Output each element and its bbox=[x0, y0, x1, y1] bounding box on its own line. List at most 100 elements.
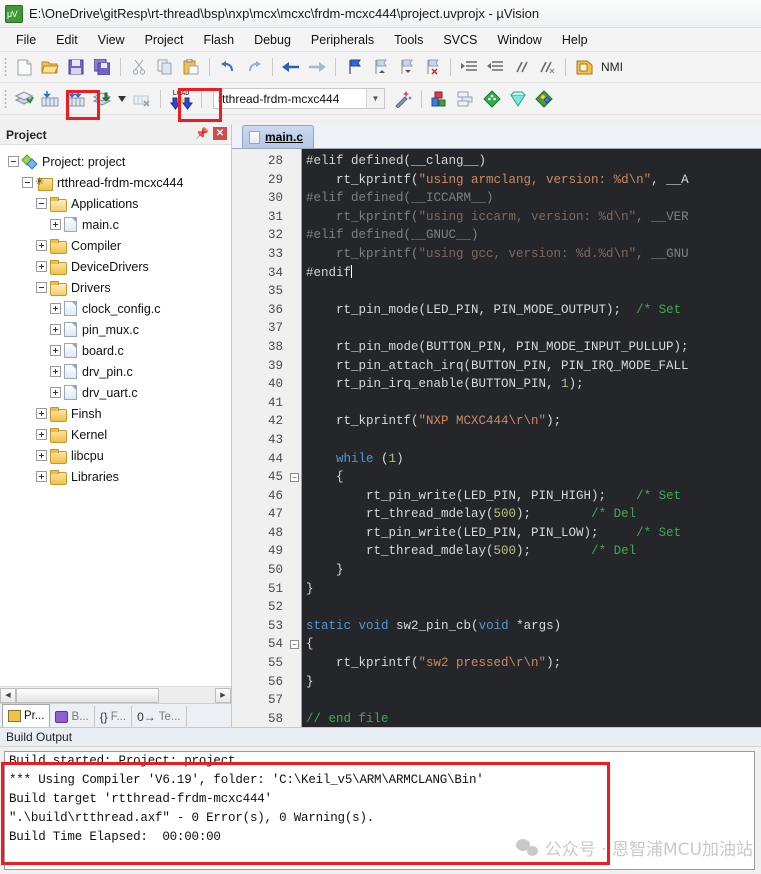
tree-node-project[interactable]: Project: project bbox=[4, 151, 231, 172]
tree-node-target[interactable]: rtthread-frdm-mcxc444 bbox=[4, 172, 231, 193]
menu-tools[interactable]: Tools bbox=[384, 31, 433, 49]
expander-minus-icon[interactable] bbox=[36, 198, 47, 209]
indent-icon[interactable] bbox=[457, 55, 481, 79]
menu-window[interactable]: Window bbox=[487, 31, 551, 49]
fold-minus-icon[interactable]: − bbox=[290, 640, 299, 649]
comment-icon[interactable] bbox=[509, 55, 533, 79]
expander-plus-icon[interactable] bbox=[36, 429, 47, 440]
tree-node-pin-mux-c[interactable]: pin_mux.c bbox=[4, 319, 231, 340]
expander-plus-icon[interactable] bbox=[50, 345, 61, 356]
code-view[interactable]: 28 29 30 31 32 33 34 35 36 37 38 39 40 4… bbox=[232, 149, 761, 727]
toolbar-build-grip[interactable] bbox=[4, 89, 7, 109]
outdent-icon[interactable] bbox=[483, 55, 507, 79]
download-icon[interactable]: LOAD bbox=[167, 86, 195, 112]
new-file-icon[interactable] bbox=[12, 55, 36, 79]
save-all-icon[interactable] bbox=[90, 55, 114, 79]
scroll-left-icon[interactable]: ◀ bbox=[0, 688, 16, 703]
undo-icon[interactable] bbox=[216, 55, 240, 79]
editor-tab-main-c[interactable]: main.c bbox=[242, 125, 314, 148]
expander-plus-icon[interactable] bbox=[50, 366, 61, 377]
tree-node-drivers[interactable]: Drivers bbox=[4, 277, 231, 298]
expander-plus-icon[interactable] bbox=[36, 450, 47, 461]
forward-icon[interactable] bbox=[305, 55, 329, 79]
tab-functions[interactable]: {} F... bbox=[95, 706, 132, 727]
tree-node-kernel[interactable]: Kernel bbox=[4, 424, 231, 445]
bookmark-prev-icon[interactable] bbox=[368, 55, 392, 79]
target-selector[interactable]: rtthread-frdm-mcxc444 ▼ bbox=[213, 88, 385, 109]
menu-project[interactable]: Project bbox=[135, 31, 194, 49]
expander-plus-icon[interactable] bbox=[50, 219, 61, 230]
expander-minus-icon[interactable] bbox=[22, 177, 33, 188]
paste-icon[interactable] bbox=[179, 55, 203, 79]
copy-icon[interactable] bbox=[153, 55, 177, 79]
multi-project-icon[interactable] bbox=[454, 87, 478, 111]
toolbar-grip[interactable] bbox=[4, 57, 7, 77]
expander-plus-icon[interactable] bbox=[50, 303, 61, 314]
stop-build-icon[interactable] bbox=[130, 87, 154, 111]
rebuild-icon[interactable] bbox=[64, 87, 88, 111]
chevron-down-icon[interactable]: ▼ bbox=[366, 89, 384, 108]
bookmark-next-icon[interactable] bbox=[394, 55, 418, 79]
debug-session-icon[interactable] bbox=[572, 55, 596, 79]
expander-minus-icon[interactable] bbox=[8, 156, 19, 167]
translate-icon[interactable] bbox=[12, 87, 36, 111]
menu-help[interactable]: Help bbox=[552, 31, 598, 49]
batch-build-icon[interactable] bbox=[90, 87, 114, 111]
menu-flash[interactable]: Flash bbox=[193, 31, 244, 49]
tab-books[interactable]: B... bbox=[50, 706, 94, 727]
manage-project-items-icon[interactable] bbox=[428, 87, 452, 111]
hscroll-thumb[interactable] bbox=[16, 688, 159, 703]
build-icon[interactable] bbox=[38, 87, 62, 111]
fold-minus-icon[interactable]: − bbox=[290, 473, 299, 482]
save-icon[interactable] bbox=[64, 55, 88, 79]
tree-node-drv-pin-c[interactable]: drv_pin.c bbox=[4, 361, 231, 382]
manage-rte-icon[interactable] bbox=[506, 87, 530, 111]
target-options-wizard-icon[interactable] bbox=[391, 87, 415, 111]
tree-node-applications[interactable]: Applications bbox=[4, 193, 231, 214]
pin-icon[interactable]: 📌 bbox=[195, 127, 209, 140]
back-icon[interactable] bbox=[279, 55, 303, 79]
expander-minus-icon[interactable] bbox=[36, 282, 47, 293]
uncomment-icon[interactable] bbox=[535, 55, 559, 79]
tree-node-main-c[interactable]: main.c bbox=[4, 214, 231, 235]
hscroll-track[interactable] bbox=[16, 688, 215, 703]
pack-installer-icon[interactable] bbox=[532, 87, 556, 111]
menu-peripherals[interactable]: Peripherals bbox=[301, 31, 384, 49]
bookmark-toggle-icon[interactable] bbox=[342, 55, 366, 79]
menu-debug[interactable]: Debug bbox=[244, 31, 301, 49]
scroll-right-icon[interactable]: ▶ bbox=[215, 688, 231, 703]
close-icon[interactable]: ✕ bbox=[213, 127, 227, 140]
tree-node-devicedrivers[interactable]: DeviceDrivers bbox=[4, 256, 231, 277]
tree-node-clock-config-c[interactable]: clock_config.c bbox=[4, 298, 231, 319]
menu-svcs[interactable]: SVCS bbox=[433, 31, 487, 49]
open-file-icon[interactable] bbox=[38, 55, 62, 79]
tree-node-libcpu[interactable]: libcpu bbox=[4, 445, 231, 466]
fold-slot[interactable]: − bbox=[288, 635, 301, 654]
tree-node-drv-uart-c[interactable]: drv_uart.c bbox=[4, 382, 231, 403]
project-tree-hscrollbar[interactable]: ◀ ▶ bbox=[0, 686, 231, 703]
tree-node-compiler[interactable]: Compiler bbox=[4, 235, 231, 256]
tree-node-libraries[interactable]: Libraries bbox=[4, 466, 231, 487]
bookmark-clear-icon[interactable] bbox=[420, 55, 444, 79]
tab-templates[interactable]: 0→ Te... bbox=[132, 706, 186, 727]
tree-node-finsh[interactable]: Finsh bbox=[4, 403, 231, 424]
code-fold-bar[interactable]: − − bbox=[288, 149, 302, 727]
cut-icon[interactable] bbox=[127, 55, 151, 79]
expander-plus-icon[interactable] bbox=[50, 324, 61, 335]
fold-slot[interactable]: − bbox=[288, 468, 301, 487]
expander-plus-icon[interactable] bbox=[36, 471, 47, 482]
tree-node-board-c[interactable]: board.c bbox=[4, 340, 231, 361]
redo-icon[interactable] bbox=[242, 55, 266, 79]
expander-plus-icon[interactable] bbox=[50, 387, 61, 398]
menu-file[interactable]: File bbox=[6, 31, 46, 49]
pack-installer-green-icon[interactable] bbox=[480, 87, 504, 111]
expander-plus-icon[interactable] bbox=[36, 240, 47, 251]
project-tree[interactable]: Project: project rtthread-frdm-mcxc444 A… bbox=[0, 145, 231, 686]
menu-view[interactable]: View bbox=[88, 31, 135, 49]
code-text[interactable]: #elif defined(__clang__) rt_kprintf("usi… bbox=[302, 149, 761, 727]
menu-edit[interactable]: Edit bbox=[46, 31, 88, 49]
expander-plus-icon[interactable] bbox=[36, 408, 47, 419]
expander-plus-icon[interactable] bbox=[36, 261, 47, 272]
tab-project[interactable]: Pr... bbox=[2, 704, 50, 727]
batch-build-dropdown-icon[interactable] bbox=[116, 87, 128, 111]
